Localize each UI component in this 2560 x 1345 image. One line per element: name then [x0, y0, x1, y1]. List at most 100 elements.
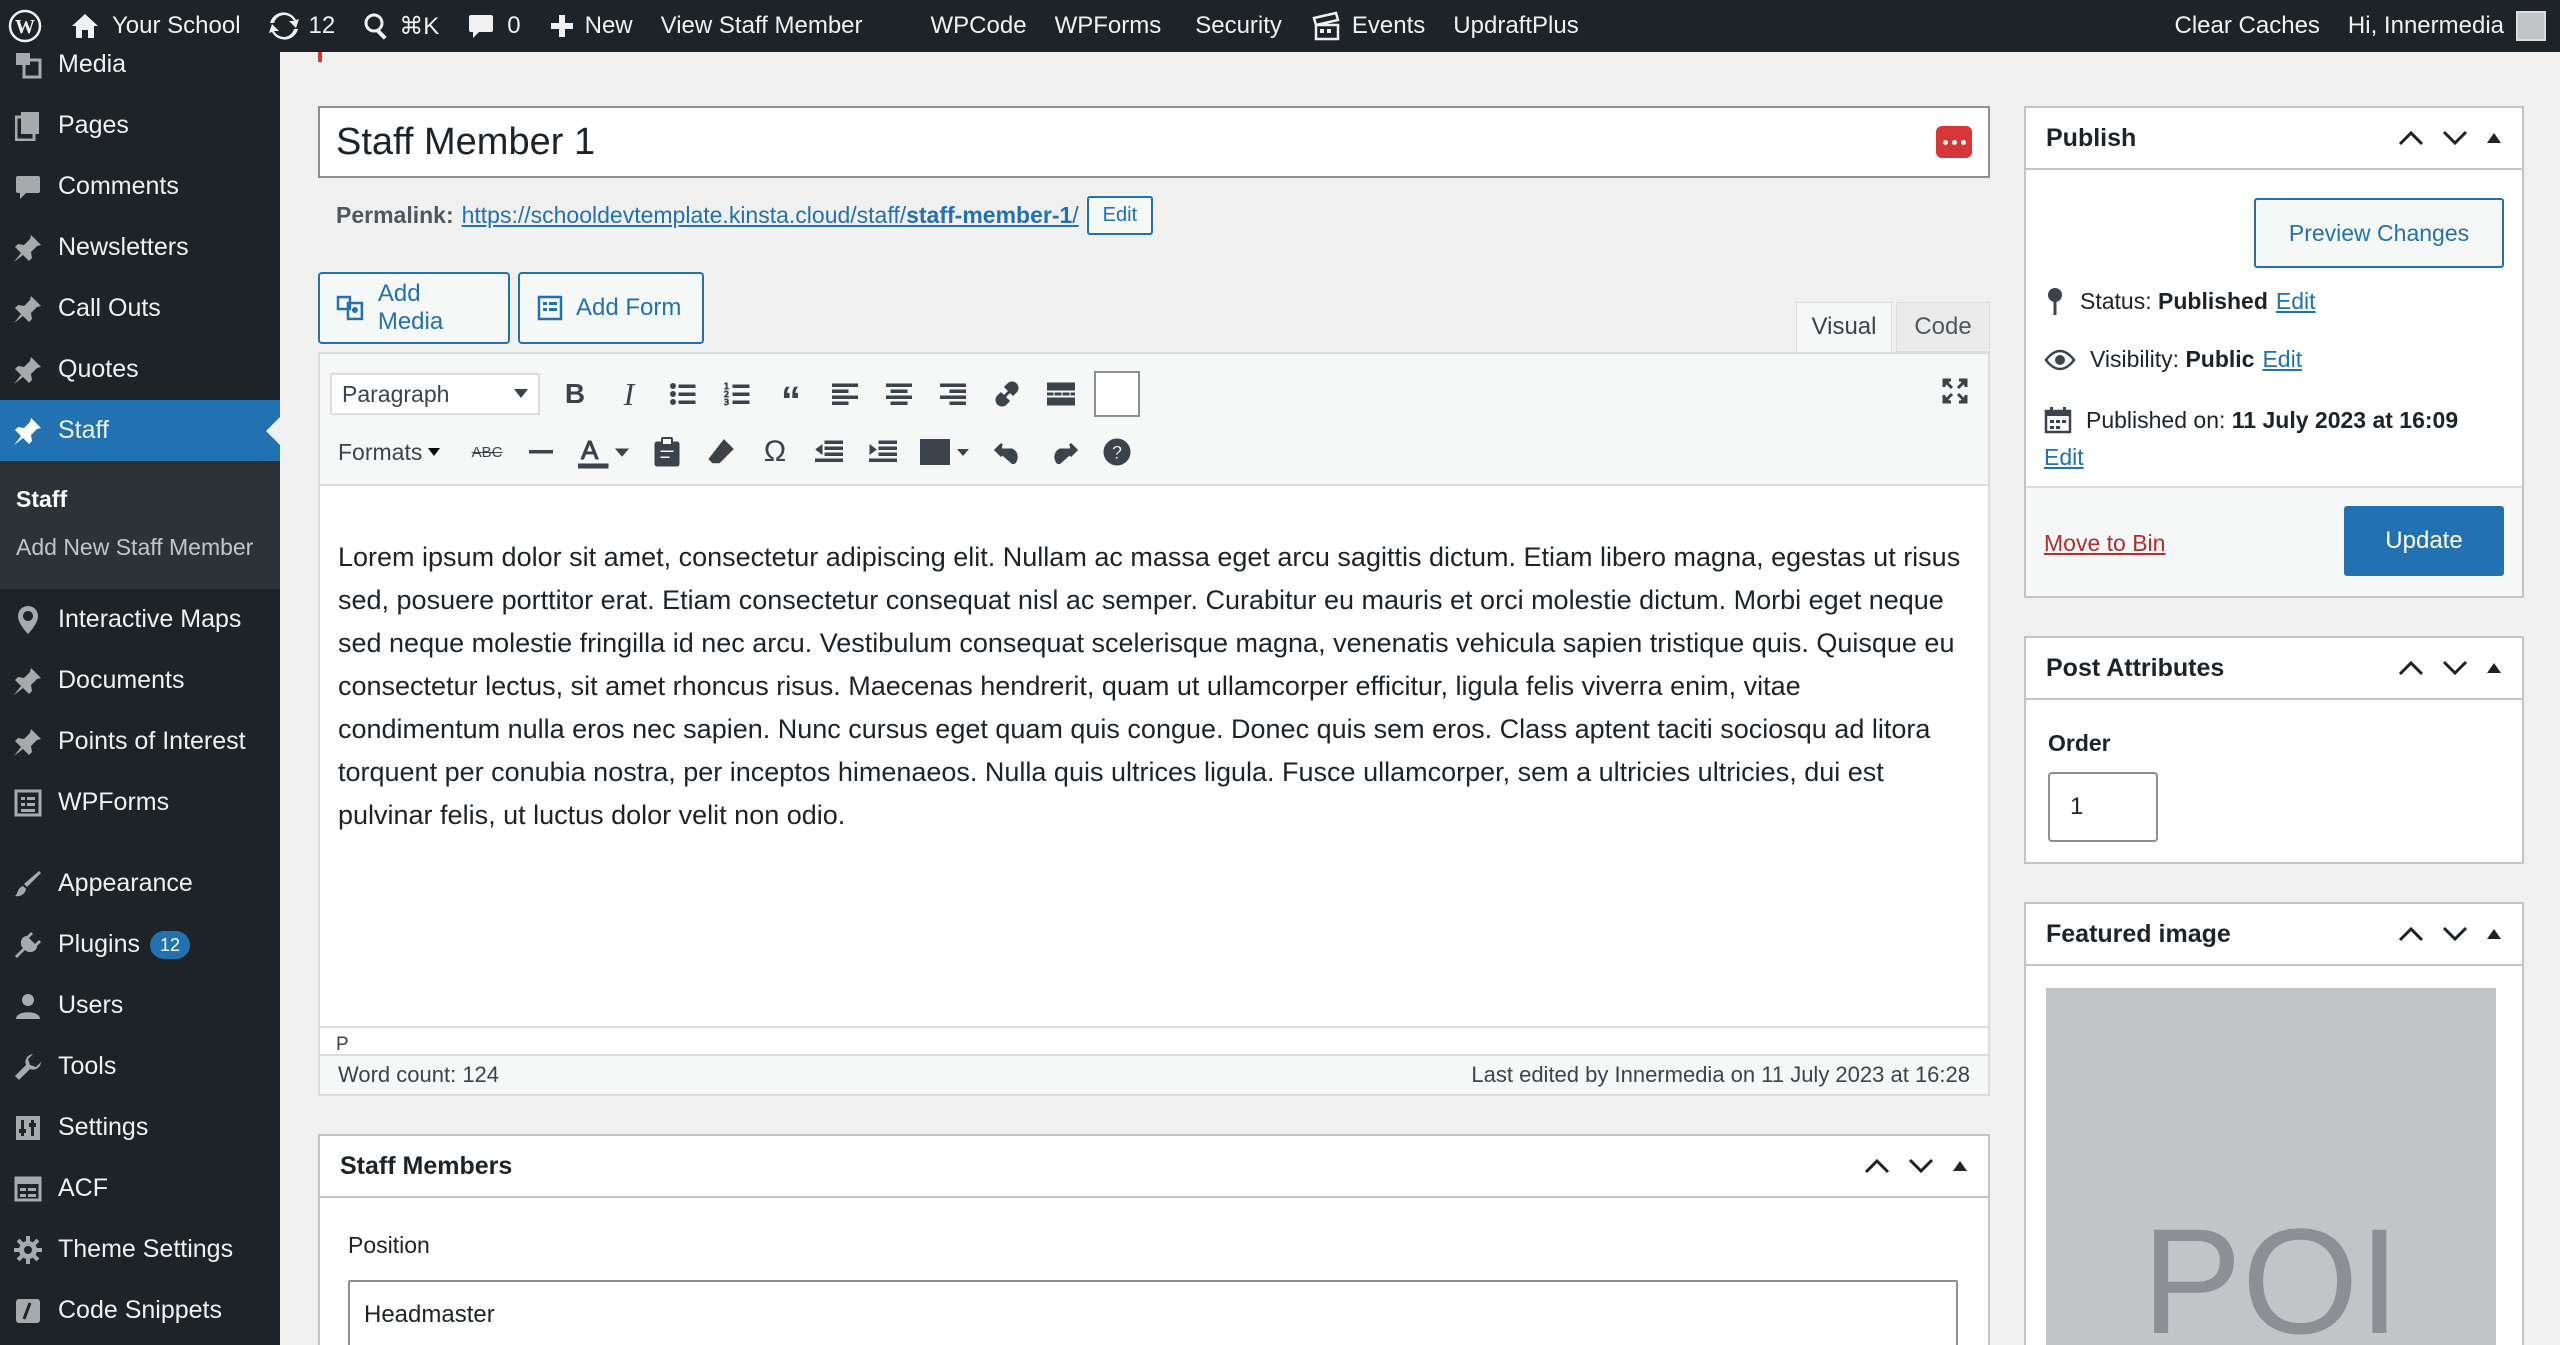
- update-button[interactable]: Update: [2344, 506, 2504, 576]
- sidebar-item-users[interactable]: Users: [0, 975, 280, 1036]
- add-form-button[interactable]: Add Form: [518, 272, 704, 344]
- align-center-button[interactable]: [872, 369, 926, 419]
- paragraph-format-select[interactable]: Paragraph: [330, 373, 540, 415]
- move-down-icon[interactable]: [2442, 926, 2468, 942]
- move-down-icon[interactable]: [1908, 1158, 1934, 1174]
- blockquote-button[interactable]: “: [764, 369, 818, 421]
- keyboard-shortcuts-button[interactable]: ?: [1090, 427, 1144, 477]
- preview-changes-button[interactable]: Preview Changes: [2254, 198, 2504, 268]
- sidebar-item-pages[interactable]: Pages: [0, 95, 280, 156]
- horizontal-line-button[interactable]: [514, 427, 568, 477]
- content-paragraph: Lorem ipsum dolor sit amet, consectetur …: [338, 542, 1961, 830]
- sidebar-item-call-outs[interactable]: Call Outs: [0, 278, 280, 339]
- sidebar-item-theme-settings[interactable]: Theme Settings: [0, 1219, 280, 1280]
- edit-status-link[interactable]: Edit: [2276, 288, 2316, 315]
- insert-link-button[interactable]: [980, 369, 1034, 419]
- featured-image-thumbnail[interactable]: POI: [2046, 988, 2496, 1345]
- edit-visibility-link[interactable]: Edit: [2262, 346, 2302, 373]
- admin-bar: W Your School 12 ⌘K 0 New View Staff Mem…: [0, 0, 2560, 52]
- pin-icon: [12, 232, 44, 264]
- collapse-toggle-icon[interactable]: [2486, 132, 2502, 144]
- tab-code[interactable]: Code: [1896, 302, 1990, 352]
- text-color-button[interactable]: A: [568, 427, 640, 477]
- read-more-button[interactable]: [1034, 369, 1088, 419]
- clear-caches-link[interactable]: Clear Caches: [2161, 0, 2334, 52]
- sidebar-item-comments[interactable]: Comments: [0, 156, 280, 217]
- formats-dropdown[interactable]: Formats: [330, 439, 460, 466]
- fullscreen-button[interactable]: [1928, 366, 1982, 416]
- indent-button[interactable]: [856, 427, 910, 477]
- move-up-icon[interactable]: [2398, 926, 2424, 942]
- pin-icon: [12, 415, 44, 447]
- content-editor: Paragraph B I 123 “ Formats ABC A Ω ? Lo…: [318, 352, 1990, 1096]
- tab-visual[interactable]: Visual: [1796, 302, 1892, 352]
- align-left-icon: [832, 383, 858, 405]
- sidebar-item-newsletters[interactable]: Newsletters: [0, 217, 280, 278]
- edit-date-link[interactable]: Edit: [2044, 444, 2084, 471]
- align-right-button[interactable]: [926, 369, 980, 419]
- collapse-toggle-icon[interactable]: [1952, 1160, 1968, 1172]
- comments-link[interactable]: 0: [453, 0, 534, 52]
- sidebar-item-media[interactable]: Media: [0, 52, 280, 95]
- view-staff-member-link[interactable]: View Staff Member: [647, 0, 877, 52]
- bold-button[interactable]: B: [548, 369, 602, 419]
- post-title-input[interactable]: [320, 108, 1988, 176]
- redo-button[interactable]: [1036, 427, 1090, 477]
- outdent-button[interactable]: [802, 427, 856, 477]
- collapse-toggle-icon[interactable]: [2486, 662, 2502, 674]
- move-to-bin-link[interactable]: Move to Bin: [2044, 530, 2165, 557]
- sidebar-item-documents[interactable]: Documents: [0, 650, 280, 711]
- bullet-list-button[interactable]: [656, 369, 710, 419]
- sidebar-item-settings[interactable]: Settings: [0, 1097, 280, 1158]
- submenu-item-add-new-staff[interactable]: Add New Staff Member: [0, 523, 280, 571]
- sidebar-item-code-snippets[interactable]: Code Snippets: [0, 1280, 280, 1341]
- title-wrapper: [318, 106, 1990, 178]
- sidebar-item-interactive-maps[interactable]: Interactive Maps: [0, 589, 280, 650]
- search-link[interactable]: ⌘K: [349, 0, 453, 52]
- my-account-link[interactable]: Hi, Innermedia: [2334, 0, 2560, 52]
- strikethrough-button[interactable]: ABC: [460, 427, 514, 477]
- move-up-icon[interactable]: [2398, 660, 2424, 676]
- wordpress-logo-icon[interactable]: W: [0, 0, 56, 52]
- permalink-link[interactable]: https://schooldevtemplate.kinsta.cloud/s…: [462, 202, 1079, 229]
- toolbar-toggle-button[interactable]: [1094, 371, 1140, 417]
- sidebar-item-appearance[interactable]: Appearance: [0, 853, 280, 914]
- move-down-icon[interactable]: [2442, 130, 2468, 146]
- move-down-icon[interactable]: [2442, 660, 2468, 676]
- move-up-icon[interactable]: [2398, 130, 2424, 146]
- sidebar-item-wpforms[interactable]: WPForms: [0, 772, 280, 833]
- special-character-button[interactable]: Ω: [748, 427, 802, 477]
- sidebar-item-acf[interactable]: ACF: [0, 1158, 280, 1219]
- events-link[interactable]: Events: [1296, 0, 1439, 52]
- site-name-link[interactable]: Your School: [56, 0, 255, 52]
- clear-formatting-button[interactable]: [694, 427, 748, 477]
- new-content-link[interactable]: New: [535, 0, 647, 52]
- updraftplus-link[interactable]: UpdraftPlus: [1439, 0, 1592, 52]
- sidebar-item-tools[interactable]: Tools: [0, 1036, 280, 1097]
- sidebar-item-label: Appearance: [58, 869, 193, 897]
- order-input[interactable]: 1: [2048, 772, 2158, 842]
- undo-button[interactable]: [982, 427, 1036, 477]
- sidebar-item-quotes[interactable]: Quotes: [0, 339, 280, 400]
- password-manager-icon[interactable]: [1936, 126, 1972, 158]
- wpcode-link[interactable]: WPCode: [917, 0, 1041, 52]
- italic-button[interactable]: I: [602, 369, 656, 419]
- sidebar-item-points-of-interest[interactable]: Points of Interest: [0, 711, 280, 772]
- position-input[interactable]: Headmaster: [348, 1280, 1958, 1345]
- submenu-item-all-staff[interactable]: Staff: [0, 475, 280, 523]
- paste-as-text-button[interactable]: [640, 427, 694, 477]
- insert-table-button[interactable]: [910, 427, 982, 477]
- sidebar-item-staff[interactable]: Staff: [0, 400, 280, 461]
- updates-link[interactable]: 12: [255, 0, 350, 52]
- edit-permalink-button[interactable]: Edit: [1086, 196, 1154, 235]
- wpforms-link[interactable]: WPForms: [1041, 0, 1176, 52]
- collapse-toggle-icon[interactable]: [2486, 928, 2502, 940]
- sidebar-item-plugins[interactable]: Plugins 12: [0, 914, 280, 975]
- move-up-icon[interactable]: [1864, 1158, 1890, 1174]
- align-left-button[interactable]: [818, 369, 872, 419]
- add-media-button[interactable]: Add Media: [318, 272, 510, 344]
- editor-content-area[interactable]: Lorem ipsum dolor sit amet, consectetur …: [320, 486, 1988, 1026]
- security-link[interactable]: Security: [1181, 0, 1296, 52]
- sidebar-item-label: Staff: [58, 416, 109, 444]
- numbered-list-button[interactable]: 123: [710, 369, 764, 419]
